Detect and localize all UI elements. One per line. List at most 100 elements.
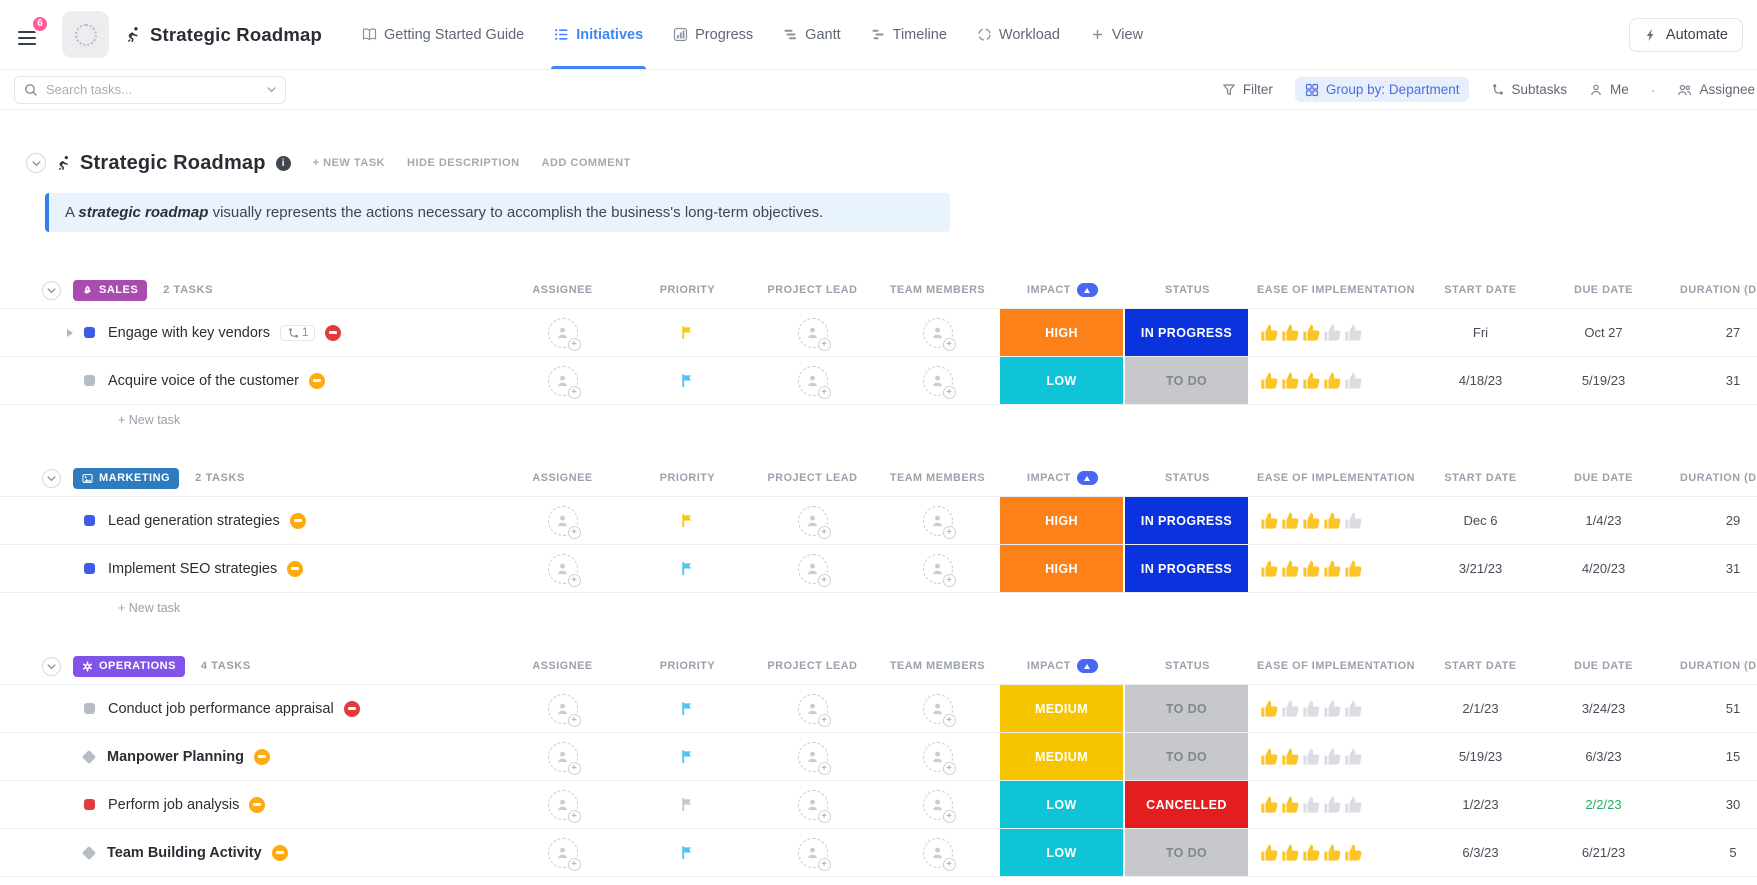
thumbs-up-icon[interactable] xyxy=(1260,747,1279,766)
thumbs-up-icon[interactable] xyxy=(1344,747,1363,766)
start-date-cell[interactable]: Dec 6 xyxy=(1422,497,1539,544)
status-value[interactable]: TO DO xyxy=(1125,829,1248,876)
column-header-status[interactable]: STATUS xyxy=(1125,272,1250,308)
no-entry-icon[interactable] xyxy=(249,797,265,813)
assignee-button[interactable]: Assignee xyxy=(1677,82,1755,97)
task-name[interactable]: Engage with key vendors xyxy=(108,325,270,341)
no-entry-icon[interactable] xyxy=(309,373,325,389)
assignee-avatar-placeholder[interactable]: + xyxy=(548,318,578,348)
start-date-cell[interactable]: Fri xyxy=(1422,309,1539,356)
task-name[interactable]: Lead generation strategies xyxy=(108,513,280,529)
impact-value[interactable]: LOW xyxy=(1000,357,1123,404)
priority-cell[interactable] xyxy=(625,733,750,780)
thumbs-up-icon[interactable] xyxy=(1281,511,1300,530)
column-header-impact[interactable]: IMPACT xyxy=(1000,460,1125,496)
task-status-square[interactable] xyxy=(84,563,95,574)
thumbs-up-icon[interactable] xyxy=(1281,747,1300,766)
expand-arrow-icon[interactable] xyxy=(67,329,73,337)
thumbs-up-icon[interactable] xyxy=(1323,747,1342,766)
column-header-priority[interactable]: PRIORITY xyxy=(625,272,750,308)
due-date-cell[interactable]: Oct 27 xyxy=(1539,309,1668,356)
list-collapse-button[interactable] xyxy=(26,153,46,173)
project-lead-avatar-placeholder[interactable]: + xyxy=(798,790,828,820)
group-badge[interactable]: OPERATIONS xyxy=(73,656,185,677)
column-header-start-date[interactable]: START DATE xyxy=(1422,272,1539,308)
impact-value[interactable]: MEDIUM xyxy=(1000,733,1123,780)
info-icon[interactable]: i xyxy=(276,156,291,171)
due-date-cell[interactable]: 6/21/23 xyxy=(1539,829,1668,876)
assignee-avatar-placeholder[interactable]: + xyxy=(548,694,578,724)
tab-gantt[interactable]: Gantt xyxy=(783,0,840,69)
team-members-avatar-placeholder[interactable]: + xyxy=(923,366,953,396)
column-header-due-date[interactable]: DUE DATE xyxy=(1539,460,1668,496)
new-task-row[interactable]: + New task xyxy=(0,404,1757,434)
priority-cell[interactable] xyxy=(625,497,750,544)
workspace-avatar[interactable] xyxy=(62,11,109,58)
thumbs-up-icon[interactable] xyxy=(1323,559,1342,578)
task-name[interactable]: Implement SEO strategies xyxy=(108,561,277,577)
column-header-due-date[interactable]: DUE DATE xyxy=(1539,272,1668,308)
project-lead-avatar-placeholder[interactable]: + xyxy=(798,742,828,772)
thumbs-up-icon[interactable] xyxy=(1323,323,1342,342)
task-status-square[interactable] xyxy=(84,327,95,338)
no-entry-icon[interactable] xyxy=(290,513,306,529)
task-status-square[interactable] xyxy=(84,799,95,810)
priority-flag-icon[interactable] xyxy=(680,845,695,860)
priority-flag-icon[interactable] xyxy=(680,749,695,764)
group-badge[interactable]: SALES xyxy=(73,280,147,301)
project-lead-avatar-placeholder[interactable]: + xyxy=(798,838,828,868)
thumbs-up-icon[interactable] xyxy=(1302,699,1321,718)
thumbs-up-icon[interactable] xyxy=(1281,699,1300,718)
impact-value[interactable]: HIGH xyxy=(1000,545,1123,592)
group-collapse-button[interactable] xyxy=(42,657,61,676)
sort-indicator[interactable] xyxy=(1077,659,1098,673)
assignee-avatar-placeholder[interactable]: + xyxy=(548,554,578,584)
status-value[interactable]: TO DO xyxy=(1125,357,1248,404)
thumbs-up-icon[interactable] xyxy=(1302,795,1321,814)
new-task-row[interactable]: + New task xyxy=(0,592,1757,622)
subtasks-button[interactable]: Subtasks xyxy=(1491,82,1567,97)
task-status-square[interactable] xyxy=(84,703,95,714)
task-status-square[interactable] xyxy=(84,515,95,526)
priority-flag-icon[interactable] xyxy=(680,701,695,716)
tab-initiatives[interactable]: Initiatives xyxy=(554,0,643,69)
thumbs-up-icon[interactable] xyxy=(1302,747,1321,766)
column-header-start-date[interactable]: START DATE xyxy=(1422,460,1539,496)
task-name[interactable]: Conduct job performance appraisal xyxy=(108,701,334,717)
priority-flag-icon[interactable] xyxy=(680,561,695,576)
status-value[interactable]: IN PROGRESS xyxy=(1125,497,1248,544)
start-date-cell[interactable]: 5/19/23 xyxy=(1422,733,1539,780)
thumbs-up-icon[interactable] xyxy=(1302,511,1321,530)
column-header-team-members[interactable]: TEAM MEMBERS xyxy=(875,648,1000,684)
group-badge[interactable]: MARKETING xyxy=(73,468,179,489)
me-filter-button[interactable]: Me xyxy=(1589,82,1629,97)
priority-cell[interactable] xyxy=(625,781,750,828)
team-members-avatar-placeholder[interactable]: + xyxy=(923,506,953,536)
start-date-cell[interactable]: 4/18/23 xyxy=(1422,357,1539,404)
tab-getting-started-guide[interactable]: Getting Started Guide xyxy=(362,0,524,69)
automate-button[interactable]: Automate xyxy=(1629,18,1743,52)
column-header-impact[interactable]: IMPACT xyxy=(1000,272,1125,308)
project-lead-avatar-placeholder[interactable]: + xyxy=(798,554,828,584)
no-entry-icon[interactable] xyxy=(344,701,360,717)
thumbs-up-icon[interactable] xyxy=(1302,323,1321,342)
task-name[interactable]: Perform job analysis xyxy=(108,797,239,813)
new-task-row[interactable]: + New task xyxy=(0,876,1757,885)
team-members-avatar-placeholder[interactable]: + xyxy=(923,742,953,772)
due-date-cell[interactable]: 1/4/23 xyxy=(1539,497,1668,544)
start-date-cell[interactable]: 2/1/23 xyxy=(1422,685,1539,732)
project-lead-avatar-placeholder[interactable]: + xyxy=(798,366,828,396)
priority-flag-icon[interactable] xyxy=(680,797,695,812)
team-members-avatar-placeholder[interactable]: + xyxy=(923,790,953,820)
task-name[interactable]: Manpower Planning xyxy=(107,749,244,765)
new-task-button[interactable]: + NEW TASK xyxy=(313,157,385,169)
thumbs-up-icon[interactable] xyxy=(1260,323,1279,342)
tab-progress[interactable]: Progress xyxy=(673,0,753,69)
column-header-start-date[interactable]: START DATE xyxy=(1422,648,1539,684)
status-value[interactable]: TO DO xyxy=(1125,685,1248,732)
thumbs-up-icon[interactable] xyxy=(1323,511,1342,530)
due-date-cell[interactable]: 5/19/23 xyxy=(1539,357,1668,404)
priority-cell[interactable] xyxy=(625,545,750,592)
team-members-avatar-placeholder[interactable]: + xyxy=(923,554,953,584)
team-members-avatar-placeholder[interactable]: + xyxy=(923,694,953,724)
